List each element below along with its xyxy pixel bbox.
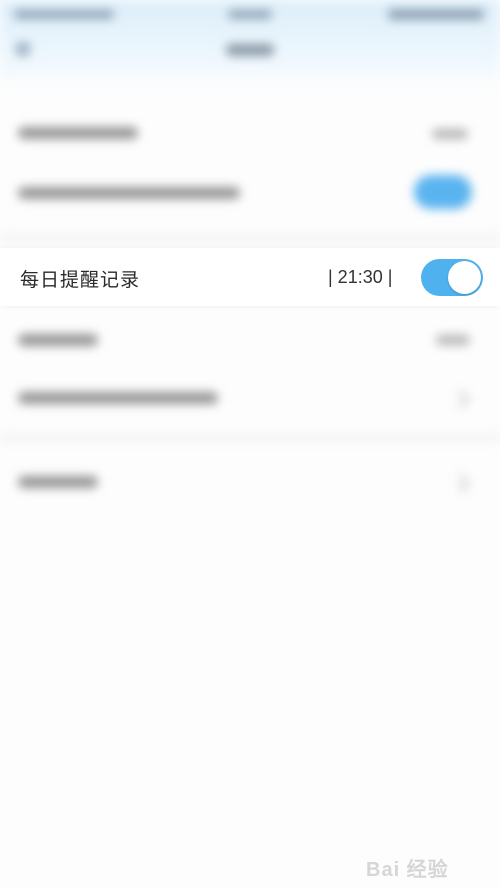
settings-row[interactable] — [0, 458, 500, 508]
watermark-text: Bai 经验 — [366, 859, 449, 881]
section-divider — [0, 434, 500, 442]
status-carrier — [14, 10, 114, 19]
status-time — [228, 10, 272, 19]
daily-reminder-label: 每日提醒记录 — [20, 269, 141, 291]
toggle-switch[interactable] — [414, 175, 472, 209]
reminder-time[interactable]: | 21:30 | — [328, 267, 392, 288]
status-bar — [0, 4, 500, 26]
settings-row[interactable] — [0, 374, 500, 422]
back-icon[interactable] — [16, 42, 30, 56]
daily-reminder-toggle[interactable] — [421, 259, 483, 296]
settings-row[interactable] — [0, 165, 500, 221]
settings-row[interactable] — [0, 318, 500, 362]
header — [0, 0, 500, 84]
toggle-knob — [448, 261, 481, 294]
baidu-jingyan-watermark: Bai 经验 — [366, 849, 486, 881]
section-divider — [0, 234, 500, 242]
settings-row[interactable] — [0, 110, 500, 156]
page-title — [226, 44, 274, 56]
chevron-right-icon — [451, 474, 470, 493]
chevron-right-icon — [451, 390, 470, 409]
status-battery — [388, 9, 484, 20]
